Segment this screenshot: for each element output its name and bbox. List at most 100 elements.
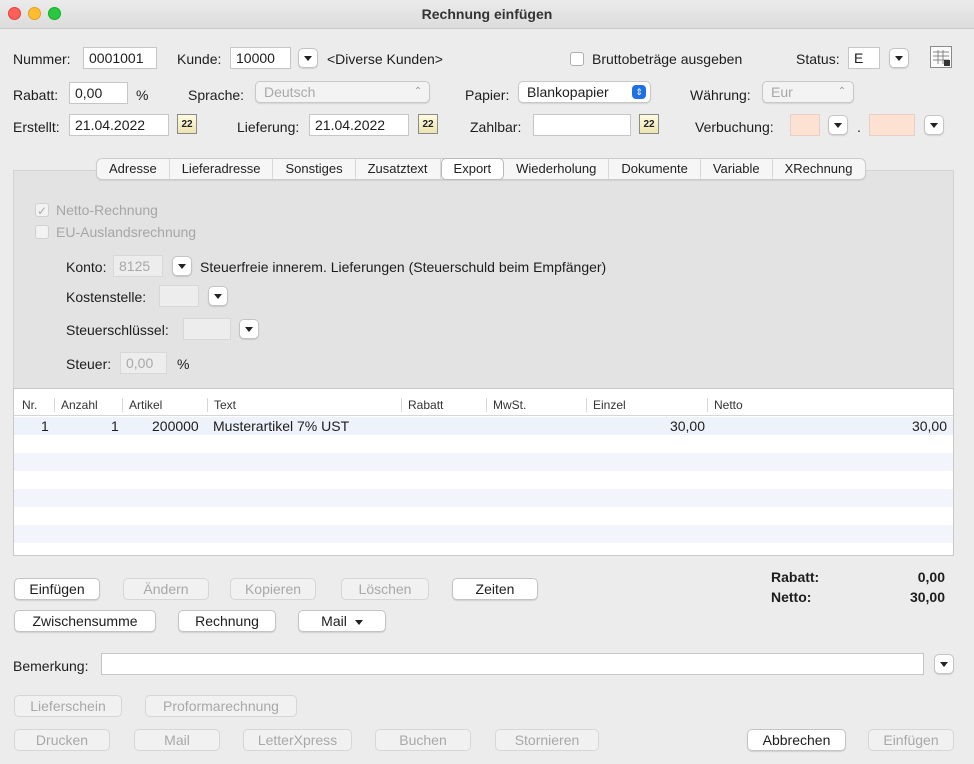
einfuegen-position-button[interactable]: Einfügen xyxy=(14,578,100,600)
updown-chevron-icon: ⌃ xyxy=(837,86,847,97)
window: Rechnung einfügen Nummer: 0001001 Kunde:… xyxy=(0,0,974,764)
nummer-label: Nummer: xyxy=(13,51,71,67)
proformarechnung-button[interactable]: Proformarechnung xyxy=(145,695,297,717)
table-row-empty[interactable] xyxy=(14,489,953,507)
waehrung-select[interactable]: Eur ⌃ xyxy=(762,81,854,103)
tab-wiederholung[interactable]: Wiederholung xyxy=(504,159,610,179)
column-header[interactable]: Nr. xyxy=(16,398,37,412)
erstellt-field[interactable]: 21.04.2022 xyxy=(69,114,169,136)
verbuchung-dropdown-1[interactable] xyxy=(828,115,848,135)
total-netto-label: Netto: xyxy=(771,589,812,605)
tab-lieferadresse[interactable]: Lieferadresse xyxy=(170,159,274,179)
verbuchung-separator: . xyxy=(857,119,861,135)
kopieren-button[interactable]: Kopieren xyxy=(230,578,316,600)
calendar-icon[interactable]: 22 xyxy=(639,114,659,134)
calendar-icon[interactable]: 22 xyxy=(418,114,438,134)
kunde-field[interactable]: 10000 xyxy=(230,47,291,69)
buchen-button[interactable]: Buchen xyxy=(375,729,471,751)
lieferung-field[interactable]: 21.04.2022 xyxy=(309,114,409,136)
column-header[interactable]: Text xyxy=(207,398,236,412)
tab-export[interactable]: Export xyxy=(440,158,505,180)
konto-label: Konto: xyxy=(66,259,107,275)
netto-label: Netto-Rechnung xyxy=(56,202,158,218)
steuer-unit: % xyxy=(177,356,190,372)
status-dropdown[interactable] xyxy=(889,48,909,68)
einfuegen-button[interactable]: Einfügen xyxy=(868,729,954,751)
total-netto-value: 30,00 xyxy=(909,589,945,605)
loeschen-button[interactable]: Löschen xyxy=(341,578,429,600)
steuer-field[interactable]: 0,00 xyxy=(120,352,167,374)
papier-label: Papier: xyxy=(465,87,510,103)
konto-field[interactable]: 8125 xyxy=(113,255,163,277)
verbuchung-field-1[interactable] xyxy=(790,114,820,136)
kostenstelle-label: Kostenstelle: xyxy=(66,289,147,305)
papier-select[interactable]: Blankopapier ⇕ xyxy=(518,81,651,103)
checkmark-icon: ✓ xyxy=(37,204,48,218)
kunde-dropdown[interactable] xyxy=(298,48,318,68)
sprache-value: Deutsch xyxy=(264,84,316,100)
column-header[interactable]: Rabatt xyxy=(401,398,443,412)
column-header[interactable]: Artikel xyxy=(122,398,162,412)
konto-dropdown[interactable] xyxy=(172,256,192,276)
updown-chevron-icon: ⇕ xyxy=(632,85,646,99)
erstellt-label: Erstellt: xyxy=(13,119,60,135)
waehrung-label: Währung: xyxy=(690,87,751,103)
kunde-label: Kunde: xyxy=(177,51,222,67)
eu-checkbox[interactable] xyxy=(35,225,49,239)
lieferschein-button[interactable]: Lieferschein xyxy=(14,695,122,717)
column-header[interactable]: Anzahl xyxy=(54,398,98,412)
zwischensumme-button[interactable]: Zwischensumme xyxy=(14,610,156,632)
tab-variable[interactable]: Variable xyxy=(701,159,773,179)
tab-adresse[interactable]: Adresse xyxy=(97,159,170,179)
letterxpress-button[interactable]: LetterXpress xyxy=(243,729,352,751)
steuerschluessel-label: Steuerschlüssel: xyxy=(66,322,169,338)
stornieren-button[interactable]: Stornieren xyxy=(495,729,599,751)
tab-sonstiges[interactable]: Sonstiges xyxy=(273,159,356,179)
column-header[interactable]: Netto xyxy=(707,398,743,412)
brutto-label: Bruttobeträge ausgeben xyxy=(592,51,743,67)
aendern-button[interactable]: Ändern xyxy=(123,578,209,600)
drucken-button[interactable]: Drucken xyxy=(14,729,110,751)
sprache-select[interactable]: Deutsch ⌃ xyxy=(255,81,430,103)
verbuchung-field-2[interactable] xyxy=(869,114,915,136)
zahlbar-field[interactable] xyxy=(533,114,631,136)
netto-checkbox[interactable]: ✓ xyxy=(35,203,49,218)
steuerschluessel-dropdown[interactable] xyxy=(239,319,259,339)
column-header[interactable]: Einzel xyxy=(586,398,626,412)
bemerkung-field[interactable] xyxy=(101,653,924,675)
kostenstelle-field[interactable] xyxy=(159,285,199,307)
bemerkung-dropdown[interactable] xyxy=(934,654,954,674)
column-header[interactable]: MwSt. xyxy=(486,398,526,412)
total-rabatt-label: Rabatt: xyxy=(771,569,820,585)
updown-chevron-icon: ⌃ xyxy=(413,86,423,97)
brutto-checkbox[interactable] xyxy=(570,52,584,66)
tab-dokumente[interactable]: Dokumente xyxy=(609,159,701,179)
verbuchung-dropdown-2[interactable] xyxy=(924,115,944,135)
verbuchung-label: Verbuchung: xyxy=(695,119,774,135)
eu-label: EU-Auslandsrechnung xyxy=(56,224,197,240)
tab-zusatztext[interactable]: Zusatztext xyxy=(356,159,441,179)
steuerschluessel-field[interactable] xyxy=(183,318,231,340)
tab-xrechnung[interactable]: XRechnung xyxy=(773,159,865,179)
status-field[interactable]: E xyxy=(848,47,880,69)
kostenstelle-dropdown[interactable] xyxy=(208,286,228,306)
calendar-icon[interactable]: 22 xyxy=(177,114,197,134)
abbrechen-button[interactable]: Abbrechen xyxy=(747,729,846,751)
zahlbar-label: Zahlbar: xyxy=(470,119,522,135)
zeiten-button[interactable]: Zeiten xyxy=(452,578,538,600)
table-row-empty[interactable] xyxy=(14,453,953,471)
mail-menu-button[interactable]: Mail xyxy=(298,610,386,632)
mail-button[interactable]: Mail xyxy=(134,729,220,751)
positions-table[interactable]: Nr. Anzahl Artikel Text Rabatt MwSt. Ein… xyxy=(13,388,954,556)
table-view-icon[interactable] xyxy=(930,46,952,68)
chevron-down-icon xyxy=(354,619,363,625)
cell-nr: 1 xyxy=(41,418,49,434)
nummer-field[interactable]: 0001001 xyxy=(83,47,157,69)
rechnung-button[interactable]: Rechnung xyxy=(178,610,276,632)
cell-anzahl: 1 xyxy=(111,418,119,434)
steuer-label: Steuer: xyxy=(66,356,112,372)
table-row[interactable]: 1 1 200000 Musterartikel 7% UST 30,00 30… xyxy=(14,417,953,435)
rabatt-field[interactable]: 0,00 xyxy=(69,82,128,104)
table-row-empty[interactable] xyxy=(14,525,953,543)
window-title: Rechnung einfügen xyxy=(421,6,553,22)
